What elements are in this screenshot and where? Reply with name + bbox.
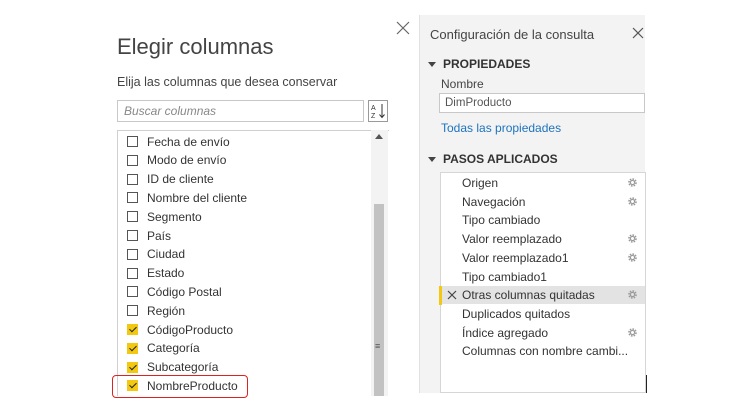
collapse-triangle-icon — [428, 61, 436, 67]
checkbox-icon[interactable] — [127, 361, 138, 373]
scroll-up-icon[interactable] — [375, 134, 383, 139]
checkbox-icon[interactable] — [127, 173, 138, 185]
properties-header-label: PROPIEDADES — [443, 57, 531, 71]
checkbox-icon[interactable] — [127, 342, 138, 354]
applied-step-label: Navegación — [462, 194, 526, 209]
svg-text:Z: Z — [371, 113, 376, 120]
sort-az-icon: A Z — [371, 104, 385, 120]
dialog-title: Elegir columnas — [117, 34, 274, 59]
pane-title: Configuración de la consulta — [430, 27, 595, 42]
applied-steps-list: Origen Navegación Tipo cambiado Valor reemp… — [440, 172, 646, 393]
applied-step[interactable]: Columnas con nombre cambi... — [441, 342, 645, 360]
column-item-label: Fecha de envío — [147, 134, 230, 149]
dialog-subtitle: Elija las columnas que desea conservar — [117, 75, 338, 89]
column-item-label: Región — [147, 303, 186, 318]
gear-icon[interactable] — [627, 233, 638, 244]
applied-steps-header[interactable]: PASOS APLICADOS — [428, 152, 558, 166]
column-list: Fecha de envío Modo de envío ID de cliente… — [117, 130, 389, 396]
applied-step[interactable]: Valor reemplazado — [441, 230, 645, 248]
properties-header[interactable]: PROPIEDADES — [428, 57, 530, 71]
search-columns-input[interactable] — [117, 100, 364, 122]
column-item-label: País — [147, 228, 172, 243]
selected-step-marker — [439, 286, 442, 305]
applied-step-label: Columnas con nombre cambi... — [462, 344, 629, 359]
applied-step[interactable]: Otras columnas quitadas — [441, 286, 645, 305]
query-name-field[interactable] — [439, 93, 645, 113]
column-item-label: CódigoProducto — [147, 322, 234, 337]
checkbox-icon[interactable] — [127, 136, 138, 147]
column-item[interactable]: Modo de envío — [127, 151, 226, 170]
query-settings-pane: Configuración de la consulta PROPIEDADES… — [419, 15, 646, 393]
checkbox-icon[interactable] — [127, 154, 138, 166]
column-item-label: Segmento — [147, 209, 202, 224]
applied-step[interactable]: Tipo cambiado1 — [441, 268, 645, 286]
close-icon[interactable] — [395, 20, 411, 36]
column-item[interactable]: País — [127, 226, 171, 245]
checkbox-icon[interactable] — [127, 192, 138, 204]
gear-icon[interactable] — [627, 196, 638, 207]
applied-step-label: Duplicados quitados — [462, 306, 571, 321]
column-item-label: Ciudad — [147, 247, 186, 262]
grip-icon: ≡ — [375, 341, 381, 351]
applied-step[interactable]: Origen — [441, 174, 645, 192]
applied-step-label: Origen — [462, 176, 499, 190]
column-item[interactable]: Código Postal — [127, 282, 222, 301]
column-item[interactable]: Categoría — [127, 339, 200, 358]
text-cursor — [646, 375, 647, 393]
column-item-label: Subcategoría — [147, 360, 219, 375]
applied-step-label: Valor reemplazado1 — [462, 250, 569, 265]
name-label: Nombre — [441, 77, 484, 91]
column-item-label: Estado — [147, 266, 185, 281]
scrollbar-thumb[interactable] — [374, 204, 384, 396]
gear-icon[interactable] — [627, 177, 638, 188]
column-item[interactable]: Ciudad — [127, 245, 185, 264]
column-item-label: Modo de envío — [147, 153, 227, 168]
applied-step-label: Valor reemplazado — [462, 232, 562, 247]
gear-icon[interactable] — [627, 252, 638, 263]
column-item[interactable]: Región — [127, 301, 185, 320]
column-item[interactable]: Estado — [127, 264, 184, 283]
applied-step-label: Tipo cambiado1 — [462, 269, 547, 284]
applied-step-label: Tipo cambiado — [462, 213, 541, 228]
all-properties-link[interactable]: Todas las propiedades — [441, 121, 561, 135]
column-item[interactable]: ID de cliente — [127, 170, 214, 189]
column-list-scrollbar[interactable]: ≡ — [371, 130, 388, 396]
svg-text:A: A — [371, 105, 376, 112]
column-item-label: Categoría — [147, 341, 200, 356]
checkbox-icon[interactable] — [127, 286, 138, 298]
sort-button[interactable]: A Z — [368, 100, 388, 122]
applied-step[interactable]: Tipo cambiado — [441, 211, 645, 229]
highlight-box — [112, 375, 248, 398]
column-item-label: Nombre del cliente — [147, 190, 248, 205]
applied-step[interactable]: Valor reemplazado1 — [441, 249, 645, 267]
column-item[interactable]: Fecha de envío — [127, 132, 230, 151]
column-item-label: Código Postal — [147, 284, 222, 299]
close-icon[interactable] — [632, 27, 644, 39]
column-item-label: ID de cliente — [147, 172, 214, 187]
delete-step-icon[interactable] — [447, 290, 457, 300]
column-item[interactable]: CódigoProducto — [127, 320, 233, 339]
applied-step[interactable]: Navegación — [441, 193, 645, 211]
applied-steps-header-label: PASOS APLICADOS — [443, 152, 558, 166]
column-item[interactable]: Subcategoría — [127, 358, 218, 377]
checkbox-icon[interactable] — [127, 267, 138, 279]
gear-icon[interactable] — [627, 289, 638, 300]
column-item[interactable]: Nombre del cliente — [127, 188, 247, 207]
checkbox-icon[interactable] — [127, 324, 138, 335]
checkbox-icon[interactable] — [127, 230, 138, 241]
applied-step-label: Otras columnas quitadas — [462, 288, 595, 303]
applied-step[interactable]: Índice agregado — [441, 324, 645, 342]
column-item[interactable]: Segmento — [127, 207, 202, 226]
choose-columns-dialog: Elegir columnas Elija las columnas que d… — [0, 0, 418, 416]
applied-step[interactable]: Duplicados quitados — [441, 305, 645, 323]
gear-icon[interactable] — [627, 327, 638, 338]
checkbox-icon[interactable] — [127, 305, 138, 317]
checkbox-icon[interactable] — [127, 211, 138, 223]
checkbox-icon[interactable] — [127, 248, 138, 260]
collapse-triangle-icon — [428, 156, 436, 162]
applied-step-label: Índice agregado — [462, 325, 549, 340]
